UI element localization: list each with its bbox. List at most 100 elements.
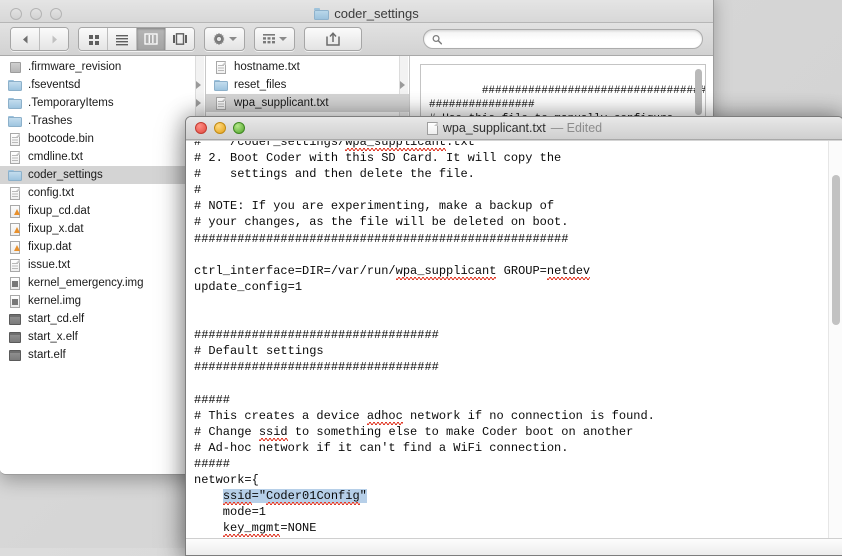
icon-view-button[interactable] [79,28,108,50]
doc-lines [12,262,18,270]
finder-row[interactable]: fixup.dat [0,238,205,256]
textedit-line[interactable]: # Change ssid to something else to make … [194,424,655,441]
finder-row-label: fixup_cd.dat [28,205,91,217]
finder-row-label: .fseventsd [28,79,81,91]
finder-row[interactable]: coder_settings [0,166,205,184]
search-field[interactable] [423,29,703,49]
finder-row[interactable]: kernel.img [0,292,205,310]
finder-row[interactable]: reset_files [206,76,409,94]
textedit-line[interactable]: ctrl_interface=DIR=/var/run/wpa_supplica… [194,263,655,280]
forward-button[interactable] [40,28,68,50]
textedit-line[interactable]: # Ad-hoc network if it can't find a WiFi… [194,440,655,456]
finder-row[interactable]: wpa_supplicant.txt [206,94,409,112]
textedit-scrollbar[interactable] [828,141,842,538]
finder-row-label: .Trashes [28,115,73,127]
finder-row[interactable]: issue.txt [0,256,205,274]
textedit-line[interactable] [194,311,655,327]
search-input[interactable] [447,32,694,46]
textedit-line[interactable]: # your changes, as the file will be dele… [194,214,655,230]
textedit-line[interactable]: mode=1 [194,504,655,520]
action-menu-button[interactable] [204,27,245,51]
column-view-button[interactable] [137,28,166,50]
textedit-window[interactable]: wpa_supplicant.txt — Edited # /coder_set… [185,116,842,556]
finder-row-label: .TemporaryItems [28,97,114,109]
textedit-line[interactable]: ##### [194,392,655,408]
textedit-line[interactable]: # /coder_settings/wpa_supplicant.txt [194,141,655,152]
finder-titlebar[interactable]: coder_settings [0,0,713,23]
textedit-line[interactable] [194,375,655,391]
img-icon [8,294,22,309]
exe-icon [8,330,22,345]
textedit-line[interactable] [194,295,655,311]
grid-icon [88,34,99,45]
finder-row-label: coder_settings [28,169,103,181]
spellcheck-underline: wpa_supplicant [345,141,446,152]
finder-row-label: hostname.txt [234,61,300,73]
finder-row[interactable]: .TemporaryItems [0,94,205,112]
finder-row[interactable]: fixup_x.dat [0,220,205,238]
textedit-line[interactable]: id_str="staticadhoc" [194,536,655,538]
spellcheck-underline: staticadhoc [280,536,359,538]
finder-row-label: wpa_supplicant.txt [234,97,329,109]
disclosure-triangle-icon[interactable] [196,99,201,107]
finder-row-label: start_x.elf [28,331,78,343]
dat-icon [8,222,22,237]
spellcheck-underline: wpa_supplicant [395,263,497,280]
finder-row[interactable]: fixup_cd.dat [0,202,205,220]
disclosure-triangle-icon[interactable] [196,81,201,89]
textedit-line[interactable]: ################################## [194,327,655,343]
spellcheck-underline: Coder01Config [266,489,360,506]
doc-lines [12,136,18,144]
finder-row-label: .firmware_revision [28,61,122,73]
textedit-line[interactable]: network={ [194,472,655,488]
img-icon [8,276,22,291]
disclosure-triangle-icon[interactable] [400,81,405,89]
finder-row[interactable]: start.elf [0,346,205,364]
textedit-text-content[interactable]: # /coder_settings/wpa_supplicant.txt # 2.… [194,141,655,538]
forward-arrow-icon [52,35,57,43]
textedit-line[interactable] [194,247,655,263]
doc-icon [214,96,228,111]
textedit-line[interactable]: # 2. Boot Coder with this SD Card. It wi… [194,150,655,166]
finder-row[interactable]: .firmware_revision [0,58,205,76]
textedit-line[interactable]: # settings and then delete the file. [194,166,655,182]
navigation-buttons[interactable] [10,27,69,51]
textedit-line[interactable]: # This creates a device adhoc network if… [194,408,655,425]
textedit-line[interactable]: ##### [194,456,655,472]
finder-row[interactable]: kernel_emergency.img [0,274,205,292]
textedit-titlebar[interactable]: wpa_supplicant.txt — Edited [186,117,842,140]
finder-window-title: coder_settings [0,6,713,21]
textedit-line[interactable]: # NOTE: If you are experimenting, make a… [194,198,655,214]
finder-row[interactable]: .Trashes [0,112,205,130]
textedit-line[interactable]: # [194,182,655,198]
finder-toolbar[interactable] [0,23,713,56]
spellcheck-underline: key_mgmt [222,521,281,538]
textedit-line[interactable]: ssid="Coder01Config" [194,488,655,506]
finder-row-label: cmdline.txt [28,151,83,163]
list-view-button[interactable] [108,28,137,50]
preview-scrollbar[interactable] [695,69,702,115]
folder-icon [8,114,22,129]
textedit-document-area[interactable]: # /coder_settings/wpa_supplicant.txt # 2.… [186,140,842,538]
textedit-line[interactable]: ########################################… [194,231,655,247]
finder-row[interactable]: .fseventsd [0,76,205,94]
arrange-menu-button[interactable] [254,27,295,51]
share-button[interactable] [304,27,362,51]
finder-row[interactable]: config.txt [0,184,205,202]
textedit-line[interactable]: update_config=1 [194,279,655,295]
coverflow-view-button[interactable] [166,28,194,50]
finder-row[interactable]: start_x.elf [0,328,205,346]
finder-row[interactable]: bootcode.bin [0,130,205,148]
finder-row[interactable]: cmdline.txt [0,148,205,166]
view-mode-segmented-control[interactable] [78,27,195,51]
textedit-window-title: wpa_supplicant.txt — Edited [186,121,842,135]
text-selection[interactable]: ssid="Coder01Config" [222,489,367,506]
textedit-line[interactable]: ################################## [194,359,655,375]
finder-row[interactable]: hostname.txt [206,58,409,76]
back-button[interactable] [11,28,40,50]
textedit-scrollbar-thumb[interactable] [832,175,840,325]
finder-column-1[interactable]: .firmware_revision .fseventsd .TemporaryIt… [0,56,206,474]
textedit-line[interactable]: key_mgmt=NONE [194,520,655,538]
textedit-line[interactable]: # Default settings [194,343,655,359]
finder-row[interactable]: start_cd.elf [0,310,205,328]
